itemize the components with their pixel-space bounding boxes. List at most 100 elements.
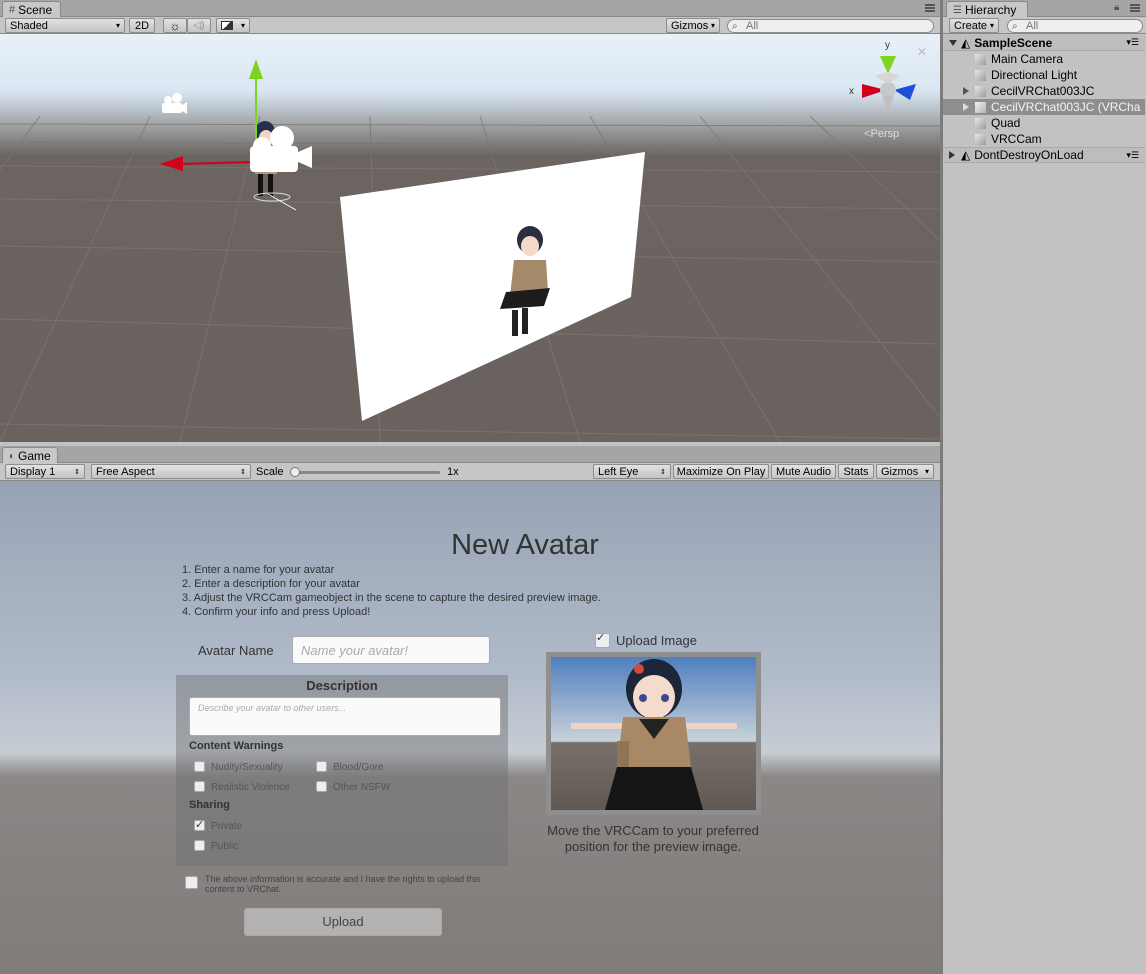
game-toolbar: Display 1 ⇕ Free Aspect ⇕ Scale 1x Left … bbox=[0, 463, 940, 481]
instruction-step: 4. Confirm your info and press Upload! bbox=[182, 606, 371, 618]
unity-scene-icon: ◭ bbox=[961, 35, 971, 50]
private-label: Private bbox=[211, 821, 243, 832]
scale-slider[interactable] bbox=[290, 467, 440, 477]
gizmos-label: Gizmos bbox=[671, 19, 709, 32]
instruction-step: 3. Adjust the VRCCam gameobject in the s… bbox=[182, 592, 601, 604]
game-tab-strip: ◐ Game bbox=[0, 446, 940, 463]
mute-audio-toggle[interactable]: Mute Audio bbox=[771, 464, 836, 479]
hierarchy-panel-menu-icon[interactable] bbox=[1130, 4, 1140, 12]
scene-search-input[interactable]: ⌕ All bbox=[727, 19, 934, 33]
shading-mode-dropdown[interactable]: Shaded ▾ bbox=[5, 18, 125, 33]
orientation-gizmo[interactable] bbox=[862, 56, 916, 110]
eye-label: Left Eye bbox=[598, 465, 639, 478]
scene-viewport[interactable]: y x ✕ <Persp bbox=[0, 34, 940, 442]
search-icon: ⌕ bbox=[732, 21, 738, 32]
hierarchy-dontdestroy-row[interactable]: ◭ DontDestroyOnLoad ▾☰ bbox=[943, 147, 1145, 163]
sharing-header: Sharing bbox=[189, 799, 230, 811]
stats-label: Stats bbox=[843, 465, 869, 478]
updown-arrow-icon: ⇕ bbox=[660, 468, 666, 476]
create-dropdown[interactable]: Create ▾ bbox=[949, 18, 999, 33]
toggle-2d-button[interactable]: 2D bbox=[129, 18, 155, 33]
scene-panel-menu-icon[interactable] bbox=[925, 4, 935, 12]
lighting-toggle-button[interactable]: ☼ bbox=[163, 18, 187, 33]
scale-slider-thumb[interactable] bbox=[290, 467, 300, 477]
hierarchy-item[interactable]: Quad bbox=[943, 115, 1145, 131]
gameobject-cube-icon bbox=[975, 85, 986, 97]
quad-plane[interactable] bbox=[340, 152, 645, 421]
blood-gore-checkbox[interactable] bbox=[316, 761, 327, 772]
toggle-2d-label: 2D bbox=[134, 19, 150, 32]
hierarchy-list: ◭ SampleScene ▾☰ Main Camera Directional… bbox=[943, 34, 1146, 974]
gameobject-cube-icon bbox=[975, 53, 986, 65]
avatar-name-input[interactable]: Name your avatar! bbox=[292, 636, 490, 664]
scene-tab-strip: # Scene bbox=[0, 0, 940, 17]
upload-image-label: Upload Image bbox=[616, 633, 697, 648]
game-gizmos-dropdown[interactable]: Gizmos ▾ bbox=[876, 464, 934, 479]
hierarchy-item-label: VRCCam bbox=[991, 132, 1042, 146]
expand-arrow-icon[interactable] bbox=[963, 87, 969, 95]
expand-arrow-icon[interactable] bbox=[963, 103, 969, 111]
hierarchy-item-label: Directional Light bbox=[991, 68, 1078, 82]
eye-dropdown[interactable]: Left Eye ⇕ bbox=[593, 464, 671, 479]
main-camera-gizmo-icon[interactable] bbox=[162, 93, 187, 114]
updown-arrow-icon: ⇕ bbox=[240, 468, 246, 476]
gameobject-cube-icon bbox=[975, 101, 986, 113]
expand-arrow-icon[interactable] bbox=[949, 151, 955, 159]
content-warnings-header: Content Warnings bbox=[189, 740, 284, 752]
game-viewport[interactable]: New Avatar 1. Enter a name for your avat… bbox=[0, 481, 940, 974]
row-menu-icon[interactable]: ▾☰ bbox=[1126, 150, 1139, 161]
display-label: Display 1 bbox=[10, 465, 56, 478]
effects-toggle-button[interactable]: ▾ bbox=[216, 18, 250, 33]
tab-hierarchy[interactable]: ☰ Hierarchy bbox=[946, 1, 1028, 17]
hierarchy-search-input[interactable]: ⌕ All bbox=[1007, 19, 1143, 33]
stats-toggle[interactable]: Stats bbox=[838, 464, 874, 479]
tab-game[interactable]: ◐ Game bbox=[2, 447, 58, 463]
tab-scene-label: Scene bbox=[18, 3, 53, 17]
realistic-violence-checkbox[interactable] bbox=[194, 781, 205, 792]
hierarchy-item-label: Main Camera bbox=[991, 52, 1064, 66]
upload-image-checkbox[interactable] bbox=[595, 631, 610, 648]
maximize-on-play-toggle[interactable]: Maximize On Play bbox=[673, 464, 769, 479]
dropdown-arrow-icon: ▾ bbox=[710, 21, 715, 30]
expand-arrow-icon[interactable] bbox=[949, 39, 957, 46]
aspect-dropdown[interactable]: Free Aspect ⇕ bbox=[91, 464, 251, 479]
row-menu-icon[interactable]: ▾☰ bbox=[1126, 37, 1139, 48]
game-gizmos-label: Gizmos bbox=[881, 465, 919, 478]
scale-label: Scale bbox=[256, 466, 284, 478]
description-panel: Description Describe your avatar to othe… bbox=[176, 675, 508, 866]
close-gizmo-icon[interactable]: ✕ bbox=[917, 45, 927, 59]
lock-icon[interactable]: 🔒︎ bbox=[1114, 2, 1119, 13]
dropdown-arrow-icon: ▾ bbox=[924, 467, 929, 476]
hierarchy-item-selected[interactable]: CecilVRChat003JC (VRCha bbox=[943, 99, 1145, 115]
tab-scene[interactable]: # Scene bbox=[2, 1, 61, 17]
hierarchy-scene-row[interactable]: ◭ SampleScene ▾☰ bbox=[943, 35, 1145, 51]
hierarchy-item[interactable]: CecilVRChat003JC bbox=[943, 83, 1145, 99]
legal-agreement-text: The above information is accurate and I … bbox=[205, 874, 481, 894]
private-checkbox[interactable] bbox=[194, 818, 205, 831]
gameobject-cube-icon bbox=[975, 69, 986, 81]
hierarchy-item[interactable]: VRCCam bbox=[943, 131, 1145, 147]
unity-scene-icon: ◭ bbox=[961, 148, 971, 162]
search-icon: ⌕ bbox=[1012, 21, 1018, 32]
persp-indicator[interactable]: <Persp bbox=[864, 128, 899, 140]
hierarchy-item[interactable]: Main Camera bbox=[943, 51, 1145, 67]
other-nsfw-checkbox[interactable] bbox=[316, 781, 327, 792]
instructions-list: 1. Enter a name for your avatar 2. Enter… bbox=[182, 563, 601, 619]
legal-agreement-checkbox[interactable] bbox=[185, 876, 198, 889]
speaker-icon: ◁) bbox=[193, 20, 205, 31]
gizmos-dropdown[interactable]: Gizmos ▾ bbox=[666, 18, 720, 33]
nudity-checkbox[interactable] bbox=[194, 761, 205, 772]
display-dropdown[interactable]: Display 1 ⇕ bbox=[5, 464, 85, 479]
upload-button[interactable]: Upload bbox=[244, 908, 442, 936]
scene-grid bbox=[0, 56, 940, 442]
blood-gore-label: Blood/Gore bbox=[333, 762, 384, 773]
description-textarea[interactable]: Describe your avatar to other users... bbox=[189, 697, 501, 736]
public-checkbox[interactable] bbox=[194, 840, 205, 851]
hierarchy-item[interactable]: Directional Light bbox=[943, 67, 1145, 83]
gameobject-cube-icon bbox=[975, 117, 986, 129]
avatar-name-label: Avatar Name bbox=[198, 643, 274, 658]
persp-label: Persp bbox=[870, 128, 900, 140]
audio-toggle-button[interactable]: ◁) bbox=[187, 18, 211, 33]
image-icon bbox=[221, 21, 233, 30]
gameobject-cube-icon bbox=[975, 133, 986, 145]
